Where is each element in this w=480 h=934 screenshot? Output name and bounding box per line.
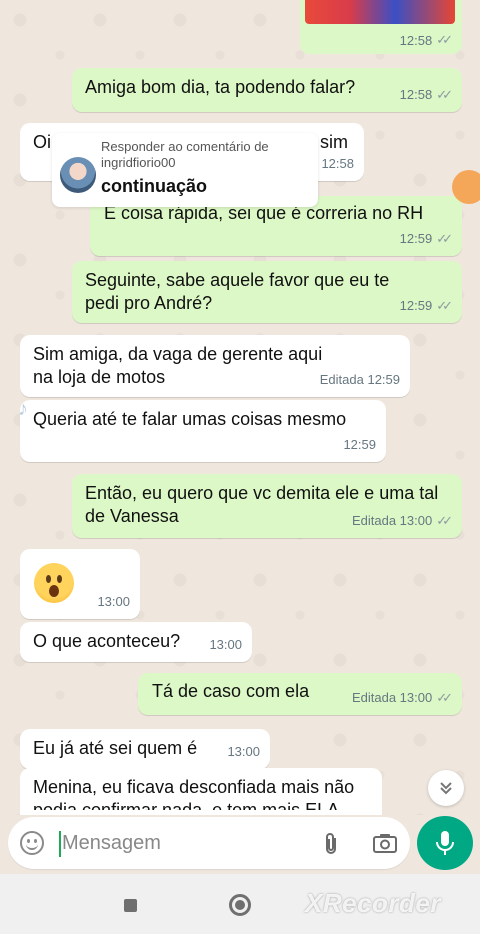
message-incoming[interactable]: O que aconteceu? 13:00 (20, 622, 252, 662)
message-meta: Editada 12:59 (320, 368, 400, 391)
system-nav-bar: XRecorder (0, 874, 480, 934)
message-time: 12:58 (399, 32, 433, 48)
message-outgoing[interactable]: Seguinte, sabe aquele favor que eu te pe… (72, 261, 462, 323)
message-text-left: Oi (33, 132, 51, 152)
message-text: Menina, eu ficava desconfiada mais não (33, 777, 355, 797)
text-cursor (59, 831, 61, 857)
message-text: Sim amiga, da vaga de gerente aqui na lo… (33, 344, 323, 387)
recorder-watermark: XRecorder (305, 888, 441, 918)
message-text: Eu já até sei quem é (33, 738, 198, 758)
message-time: 12:58 (321, 156, 354, 171)
message-meta: 13:00 (227, 740, 260, 763)
message-time: 13:00 (97, 594, 130, 609)
image-message[interactable]: 12:58 ✓✓ (300, 0, 462, 54)
message-meta: Editada 13:00 ✓✓ (351, 509, 453, 532)
message-incoming[interactable]: Eu já até sei quem é 13:00 (20, 729, 270, 769)
message-text: Queria até te falar umas coisas mesmo (33, 409, 347, 429)
message-time: 12:59 (399, 298, 433, 313)
message-meta: 12:58 ✓✓ (399, 32, 453, 48)
mic-icon (436, 831, 454, 855)
message-outgoing[interactable]: Tá de caso com ela Editada 13:00 ✓✓ (138, 673, 462, 715)
message-input-container[interactable] (8, 817, 410, 869)
message-time: 12:59 (399, 231, 433, 246)
message-text-clipped: podia confirmar nada, e tem mais ELA (33, 800, 340, 810)
message-incoming[interactable]: Sim amiga, da vaga de gerente aqui na lo… (20, 335, 410, 397)
read-ticks-icon: ✓✓ (436, 690, 453, 705)
message-meta: Editada 13:00 ✓✓ (351, 686, 453, 709)
message-input[interactable] (62, 827, 312, 859)
message-time: 13:00 (227, 744, 260, 759)
reply-text: continuação (101, 176, 208, 196)
camera-icon (373, 834, 397, 853)
message-meta: 13:00 (209, 633, 242, 656)
read-ticks-icon: ✓✓ (436, 513, 453, 528)
message-incoming[interactable]: Menina, eu ficava desconfiada mais não p… (20, 768, 382, 815)
read-ticks-icon: ✓✓ (436, 298, 453, 313)
chevron-double-down-icon (440, 782, 452, 795)
message-text-right: sim (320, 132, 348, 152)
scroll-down-button[interactable] (428, 770, 464, 806)
message-meta: 12:59 ✓✓ (399, 227, 453, 250)
message-meta: 12:58 ✓✓ (399, 83, 453, 106)
message-time: 12:59 (343, 437, 376, 452)
reply-comment-overlay: Responder ao comentário de ingridfiorio0… (52, 133, 318, 207)
message-outgoing[interactable]: Amiga bom dia, ta podendo falar? 12:58 ✓… (72, 68, 462, 112)
recents-button[interactable] (124, 899, 137, 912)
home-button[interactable] (229, 894, 251, 916)
read-ticks-icon: ✓✓ (436, 32, 453, 47)
read-ticks-icon: ✓✓ (436, 87, 453, 102)
floating-record-icon[interactable] (452, 170, 480, 204)
message-time: 12:58 (399, 87, 433, 102)
reply-label: Responder ao comentário de ingridfiorio0… (101, 139, 269, 170)
composer-bar (0, 815, 480, 871)
message-time: Editada 13:00 (351, 690, 433, 705)
paperclip-icon (326, 833, 336, 854)
message-outgoing[interactable]: Então, eu quero que vc demita ele e uma … (72, 474, 462, 538)
avatar (60, 157, 96, 193)
message-meta: 12:59 (343, 433, 376, 456)
tiktok-watermark-icon: ♪ (18, 398, 28, 420)
emoji-icon[interactable] (20, 831, 44, 855)
read-ticks-icon: ✓✓ (436, 231, 453, 246)
message-text: Tá de caso com ela (152, 681, 310, 701)
message-time: 13:00 (209, 637, 242, 652)
mic-button[interactable] (417, 816, 473, 870)
chat-area[interactable]: 12:58 ✓✓ Amiga bom dia, ta podendo falar… (0, 0, 480, 815)
message-incoming[interactable]: Queria até te falar umas coisas mesmo 12… (20, 400, 386, 462)
camera-button[interactable] (372, 831, 398, 855)
message-text: O que aconteceu? (33, 631, 181, 651)
message-time: Editada 13:00 (351, 513, 433, 528)
message-meta: 12:58 (321, 152, 354, 175)
image-thumbnail[interactable] (305, 0, 455, 24)
message-meta: 12:59 ✓✓ (399, 294, 453, 317)
attach-button[interactable] (320, 831, 342, 857)
message-text: Amiga bom dia, ta podendo falar? (85, 77, 356, 97)
message-meta: 13:00 (97, 590, 130, 613)
message-text: Seguinte, sabe aquele favor que eu te pe… (85, 270, 390, 313)
surprised-face-icon (34, 563, 74, 603)
message-time: Editada 12:59 (319, 372, 400, 387)
